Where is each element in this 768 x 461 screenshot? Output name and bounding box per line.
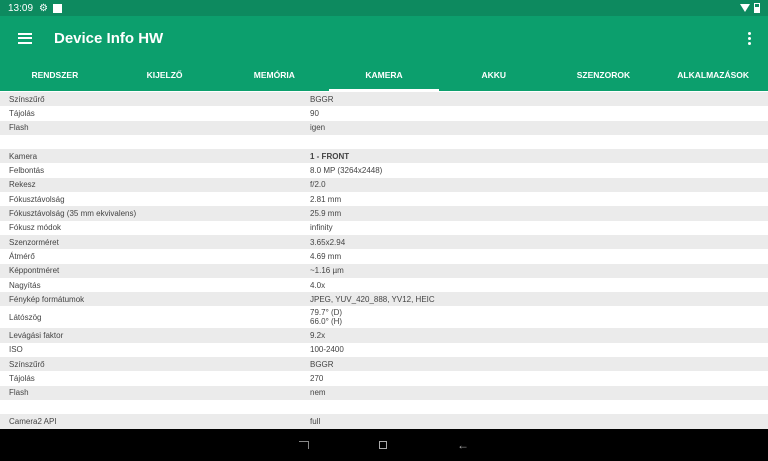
property-value: infinity: [310, 223, 333, 233]
back-icon[interactable]: ←: [457, 438, 469, 452]
property-value: nem: [310, 388, 326, 398]
tab-akku[interactable]: AKKU: [439, 60, 549, 91]
list-item: Fókusz módok infinity: [0, 221, 768, 235]
tab-memória[interactable]: MEMÓRIA: [219, 60, 329, 91]
list-item: Flash igen: [0, 120, 768, 135]
property-name: Átmérő: [9, 251, 35, 261]
list-item: Kamera 1 - FRONT: [0, 149, 768, 164]
list-item: Nagyítás 4.0x: [0, 278, 768, 292]
property-value: 1 - FRONT: [310, 151, 350, 161]
property-value: 90: [310, 108, 319, 118]
tab-kijelző[interactable]: KIJELZŐ: [110, 60, 220, 91]
list-item: Rekesz f/2.0: [0, 177, 768, 193]
property-name: Levágási faktor: [9, 331, 64, 341]
status-bar: 13:09 ⚙: [0, 0, 768, 16]
property-name: Fókusztávolság (35 mm ekvivalens): [9, 209, 137, 219]
property-name: Flash: [9, 388, 29, 398]
property-value: 8.0 MP (3264x2448): [310, 166, 383, 176]
status-time: 13:09: [8, 2, 34, 14]
list-item: Színszűrő BGGR: [0, 357, 768, 372]
property-value: 4.69 mm: [310, 251, 342, 261]
list-item: [0, 135, 768, 149]
property-value: BGGR: [310, 94, 334, 104]
property-value-group: 79.7° (D) 66.0° (H): [310, 308, 768, 326]
list-item: Tájolás 270: [0, 371, 768, 385]
tab-kamera[interactable]: KAMERA: [329, 60, 439, 91]
property-name: Nagyítás: [9, 280, 41, 290]
list-item: Látószög 79.7° (D) 66.0° (H): [0, 306, 768, 328]
list-item: Színszűrő BGGR: [0, 92, 768, 107]
list-item: ISO 100-2400: [0, 343, 768, 357]
notification-icon: [53, 3, 62, 13]
navigation-bar: ←: [0, 429, 768, 461]
property-value: 2.81 mm: [310, 194, 342, 204]
list-item: Fókusztávolság (35 mm ekvivalens) 25.9 mm: [0, 206, 768, 221]
property-name: Színszűrő: [9, 94, 45, 104]
property-name: Flash: [9, 123, 29, 133]
app-bar: Device Info HW: [0, 16, 768, 60]
list-item: Szenzorméret 3.65x2.94: [0, 234, 768, 250]
hamburger-menu-icon[interactable]: [18, 32, 32, 44]
battery-icon: [754, 3, 760, 13]
list-item: Fénykép formátumok JPEG, YUV_420_888, YV1…: [0, 292, 768, 307]
property-value: ~1.16 µm: [310, 266, 344, 276]
settings-icon: ⚙: [39, 2, 48, 14]
property-name: Tájolás: [9, 108, 35, 118]
property-value: 4.0x: [310, 280, 326, 290]
app-title: Device Info HW: [54, 29, 164, 47]
tab-szenzorok[interactable]: SZENZOROK: [549, 60, 659, 91]
property-name: Kamera: [9, 151, 38, 161]
wifi-icon: [740, 4, 750, 12]
home-icon[interactable]: [379, 441, 387, 449]
property-value: BGGR: [310, 359, 334, 369]
tab-alkalmazások[interactable]: ALKALMAZÁSOK: [658, 60, 768, 91]
property-value: 270: [310, 373, 324, 383]
property-name: Felbontás: [9, 166, 45, 176]
property-name: Színszűrő: [9, 359, 45, 369]
tab-rendszer[interactable]: RENDSZER: [0, 60, 110, 91]
list-item: Átmérő 4.69 mm: [0, 249, 768, 263]
more-options-icon[interactable]: [748, 31, 752, 45]
list-item: Camera2 API full: [0, 414, 768, 429]
tab-bar: RENDSZER KIJELZŐ MEMÓRIA KAMERA AKKU SZENZORO…: [0, 60, 768, 91]
property-name: Látószög: [9, 312, 42, 322]
property-name: ISO: [9, 345, 23, 355]
property-value: 25.9 mm: [310, 209, 342, 219]
list-item: [0, 400, 768, 414]
list-item: Képpontméret ~1.16 µm: [0, 263, 768, 278]
property-value: f/2.0: [310, 180, 326, 190]
property-value: igen: [310, 123, 326, 133]
property-name: Fókusz módok: [9, 223, 62, 233]
list-item: Fókusztávolság 2.81 mm: [0, 192, 768, 206]
property-name: Fénykép formátumok: [9, 294, 85, 304]
property-name: Rekesz: [9, 180, 36, 190]
property-value: 9.2x: [310, 331, 326, 341]
property-value: 100-2400: [310, 345, 344, 355]
list-item: Levágási faktor 9.2x: [0, 328, 768, 343]
list-item: Flash nem: [0, 385, 768, 400]
property-name: Tájolás: [9, 373, 35, 383]
camera-info-list: Színszűrő BGGR Tájolás 90 Flash igen Kamera 1 -…: [0, 92, 768, 429]
list-item: Tájolás 90: [0, 106, 768, 120]
property-name: Fókusztávolság: [9, 194, 65, 204]
property-name: Szenzorméret: [9, 237, 59, 247]
property-value: full: [310, 416, 321, 426]
property-value-secondary: 66.0° (H): [310, 317, 343, 327]
property-name: Camera2 API: [9, 416, 57, 426]
recents-icon[interactable]: [299, 441, 309, 449]
property-value: 3.65x2.94: [310, 237, 346, 247]
property-name: Képpontméret: [9, 266, 60, 276]
property-value: 79.7° (D): [310, 308, 343, 318]
list-item: Felbontás 8.0 MP (3264x2448): [0, 163, 768, 177]
property-value: JPEG, YUV_420_888, YV12, HEIC: [310, 294, 435, 304]
